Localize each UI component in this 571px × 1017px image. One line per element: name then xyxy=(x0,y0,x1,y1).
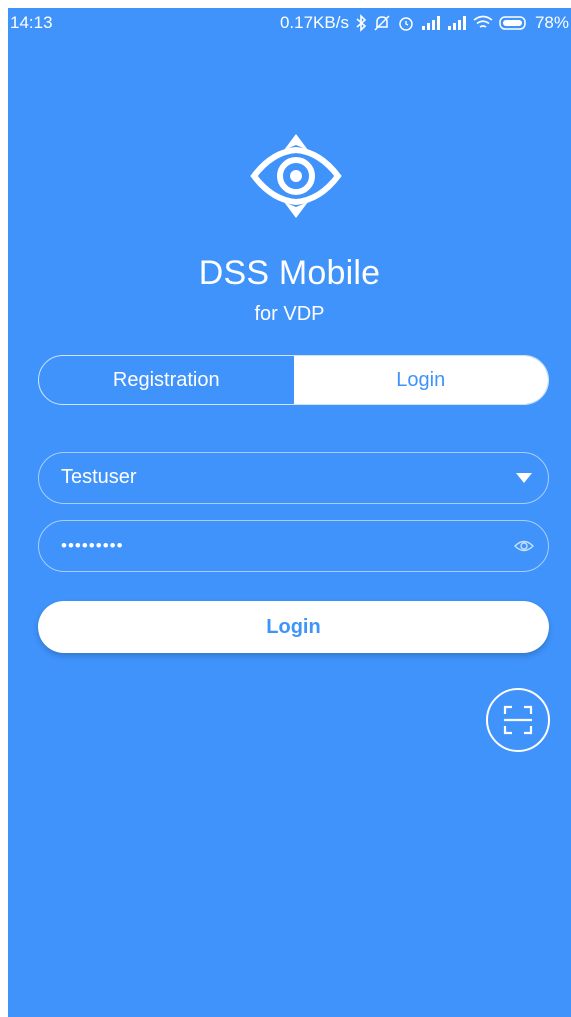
auth-tab-bar: Registration Login xyxy=(38,355,549,405)
scan-icon xyxy=(503,705,533,735)
app-title: DSS Mobile xyxy=(198,254,381,292)
status-right: 0.17KB/s 78% xyxy=(280,8,569,38)
chevron-down-icon[interactable] xyxy=(516,473,532,483)
app-logo-icon xyxy=(250,134,342,218)
username-field[interactable] xyxy=(38,452,549,504)
login-screen: 14:13 0.17KB/s 78% DSS Mobile for VDP Re… xyxy=(8,8,571,1017)
bluetooth-icon xyxy=(356,14,367,32)
network-speed: 0.17KB/s xyxy=(279,13,349,32)
tab-login[interactable]: Login xyxy=(293,356,548,404)
login-button[interactable]: Login xyxy=(38,601,549,653)
password-field[interactable] xyxy=(38,520,549,572)
eye-icon[interactable] xyxy=(514,538,534,554)
status-time: 14:13 xyxy=(10,13,53,32)
alarm-icon xyxy=(399,17,413,31)
signal-icon xyxy=(447,16,466,30)
mute-icon xyxy=(374,15,390,31)
battery-level: 78% xyxy=(534,13,569,32)
scan-button[interactable] xyxy=(486,688,550,752)
status-bar: 14:13 0.17KB/s 78% xyxy=(8,8,571,38)
tab-registration[interactable]: Registration xyxy=(39,356,294,404)
battery-icon xyxy=(499,16,526,30)
app-subtitle: for VDP xyxy=(254,303,325,325)
username-input[interactable] xyxy=(61,453,481,502)
signal-icon xyxy=(421,16,440,30)
password-input[interactable] xyxy=(61,521,481,570)
wifi-icon xyxy=(473,15,493,28)
